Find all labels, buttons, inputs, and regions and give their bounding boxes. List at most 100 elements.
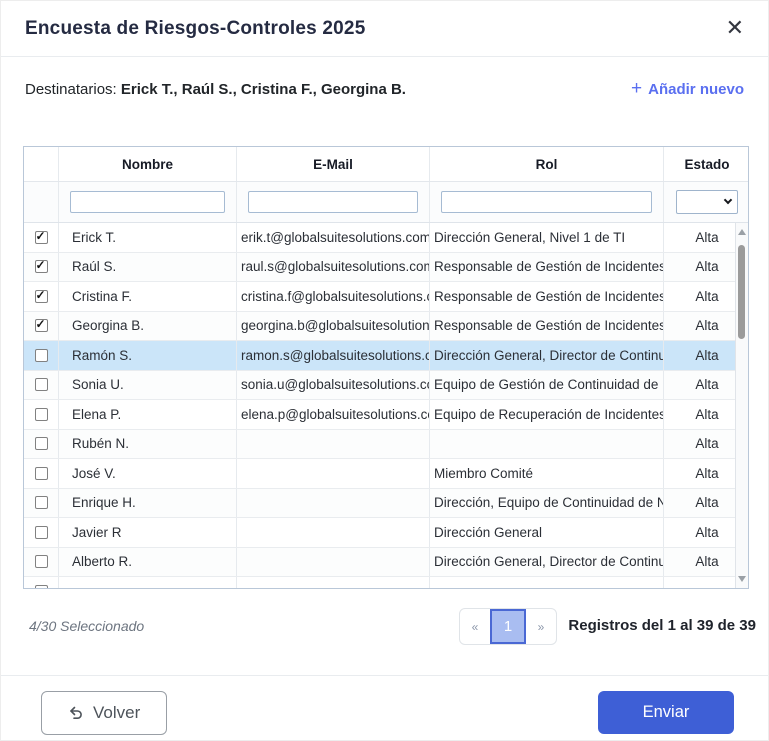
- row-checkbox[interactable]: [35, 378, 48, 391]
- table-row[interactable]: Enrique H.Dirección, Equipo de Continuid…: [24, 489, 748, 519]
- cell-nombre: Erick T.: [59, 223, 237, 252]
- row-checkbox[interactable]: [35, 260, 48, 273]
- cell-rol: Dirección General: [430, 518, 664, 547]
- cell-nombre: Raúl S.: [59, 253, 237, 282]
- close-icon[interactable]: ✕: [722, 13, 748, 43]
- table-filter-row: [24, 181, 748, 223]
- survey-recipients-modal: Encuesta de Riesgos-Controles 2025 ✕ Des…: [0, 0, 769, 741]
- row-checkbox[interactable]: [35, 437, 48, 450]
- cell-email: cristina.f@globalsuitesolutions.com: [237, 282, 430, 311]
- row-checkbox-cell: [24, 371, 59, 400]
- header-checkbox-cell: [24, 147, 59, 181]
- cell-rol: Dirección General, Director de Continuid…: [430, 341, 664, 370]
- send-button[interactable]: Enviar: [598, 691, 734, 734]
- table-row[interactable]: Erick T.erik.t@globalsuitesolutions.comD…: [24, 223, 748, 253]
- cell-rol: Responsable de Gestión de Incidentes: [430, 282, 664, 311]
- recipients-label: Destinatarios:: [25, 81, 117, 98]
- row-checkbox-cell: [24, 577, 59, 588]
- pagination-prev-button[interactable]: «: [460, 609, 490, 644]
- cell-rol: Responsable de Gestión de Incidentes: [430, 253, 664, 282]
- table-row[interactable]: Raúl S.raul.s@globalsuitesolutions.comRe…: [24, 253, 748, 283]
- recipients-names: Erick T., Raúl S., Cristina F., Georgina…: [121, 81, 406, 98]
- email-filter-input[interactable]: [248, 191, 418, 213]
- table-row[interactable]: Georgina B.georgina.b@globalsuitesolutio…: [24, 312, 748, 342]
- table-row[interactable]: Rubén N.Alta: [24, 430, 748, 460]
- estado-filter-select[interactable]: [676, 190, 738, 214]
- table-row[interactable]: Alberto R. Dirección General, Director de…: [24, 548, 748, 578]
- row-checkbox[interactable]: [35, 319, 48, 332]
- row-checkbox[interactable]: [35, 467, 48, 480]
- add-new-button[interactable]: + Añadir nuevo: [631, 80, 744, 98]
- add-new-label: Añadir nuevo: [648, 81, 744, 98]
- back-button[interactable]: Volver: [41, 691, 167, 735]
- scroll-up-icon[interactable]: [738, 229, 746, 235]
- footer-divider: [1, 675, 768, 676]
- cell-rol: Dirección General, Director de Continuid…: [430, 548, 664, 577]
- row-checkbox-cell: [24, 430, 59, 459]
- cell-email: [237, 518, 430, 547]
- row-checkbox[interactable]: [35, 408, 48, 421]
- row-checkbox[interactable]: [35, 349, 48, 362]
- cell-rol: Responsable de Gestión de Incidentes: [430, 312, 664, 341]
- table-row[interactable]: Ramón S.ramon.s@globalsuitesolutions.com…: [24, 341, 748, 371]
- pagination: « 1 »: [459, 608, 557, 645]
- row-checkbox[interactable]: [35, 290, 48, 303]
- cell-email: georgina.b@globalsuitesolutions.com: [237, 312, 430, 341]
- cell-email: sonia.u@globalsuitesolutions.com: [237, 371, 430, 400]
- table-body: Erick T.erik.t@globalsuitesolutions.comD…: [24, 223, 748, 588]
- scroll-down-icon[interactable]: [738, 576, 746, 582]
- recipients-table: Nombre E-Mail Rol Estado: [23, 146, 749, 589]
- pagination-next-button[interactable]: »: [526, 609, 556, 644]
- cell-email: [237, 489, 430, 518]
- row-checkbox[interactable]: [35, 555, 48, 568]
- table-row[interactable]: Elena P.elena.p@globalsuitesolutions.com…: [24, 400, 748, 430]
- pagination-current-page[interactable]: 1: [490, 609, 526, 644]
- cell-email: raul.s@globalsuitesolutions.com: [237, 253, 430, 282]
- cell-email: [237, 430, 430, 459]
- header-rol: Rol: [430, 147, 664, 181]
- recipients-line: Destinatarios: Erick T., Raúl S., Cristi…: [25, 81, 406, 98]
- table-row[interactable]: Sonia U.sonia.u@globalsuitesolutions.com…: [24, 371, 748, 401]
- filter-rol-cell: [430, 182, 664, 222]
- row-checkbox[interactable]: [35, 496, 48, 509]
- undo-arrow-icon: [68, 705, 84, 721]
- row-checkbox-cell: [24, 253, 59, 282]
- row-checkbox[interactable]: [35, 231, 48, 244]
- header-divider: [1, 56, 768, 57]
- cell-nombre: Enrique H.: [59, 489, 237, 518]
- table-header-row: Nombre E-Mail Rol Estado: [24, 147, 748, 181]
- row-checkbox-cell: [24, 400, 59, 429]
- cell-email: erik.t@globalsuitesolutions.com: [237, 223, 430, 252]
- row-checkbox-cell: [24, 282, 59, 311]
- row-checkbox[interactable]: [35, 526, 48, 539]
- cell-nombre: Javier R: [59, 518, 237, 547]
- scrollbar-thumb[interactable]: [738, 245, 745, 339]
- row-checkbox-cell: [24, 548, 59, 577]
- back-button-label: Volver: [93, 703, 140, 723]
- row-checkbox-cell: [24, 312, 59, 341]
- row-checkbox[interactable]: [35, 585, 48, 588]
- cell-rol: [430, 577, 664, 588]
- rol-filter-input[interactable]: [441, 191, 652, 213]
- selected-count: 4/30 Seleccionado: [29, 618, 144, 634]
- table-row[interactable]: Cristina F.cristina.f@globalsuitesolutio…: [24, 282, 748, 312]
- header-nombre: Nombre: [59, 147, 237, 181]
- cell-email: [237, 548, 430, 577]
- table-row[interactable]: José V.Miembro ComitéAlta: [24, 459, 748, 489]
- table-scrollbar[interactable]: [735, 223, 748, 588]
- cell-nombre: Alberto R.: [59, 548, 237, 577]
- filter-estado-cell: [664, 182, 750, 222]
- table-row[interactable]: [24, 577, 748, 588]
- row-checkbox-cell: [24, 518, 59, 547]
- cell-nombre: Ramón S.: [59, 341, 237, 370]
- row-checkbox-cell: [24, 459, 59, 488]
- cell-rol: Equipo de Gestión de Continuidad de Nego…: [430, 371, 664, 400]
- cell-email: elena.p@globalsuitesolutions.com: [237, 400, 430, 429]
- filter-checkbox-cell: [24, 182, 59, 222]
- header-email: E-Mail: [237, 147, 430, 181]
- cell-nombre: Elena P.: [59, 400, 237, 429]
- page-title: Encuesta de Riesgos-Controles 2025: [25, 18, 365, 40]
- cell-rol: Dirección General, Nivel 1 de TI: [430, 223, 664, 252]
- nombre-filter-input[interactable]: [70, 191, 225, 213]
- table-row[interactable]: Javier RDirección GeneralAlta: [24, 518, 748, 548]
